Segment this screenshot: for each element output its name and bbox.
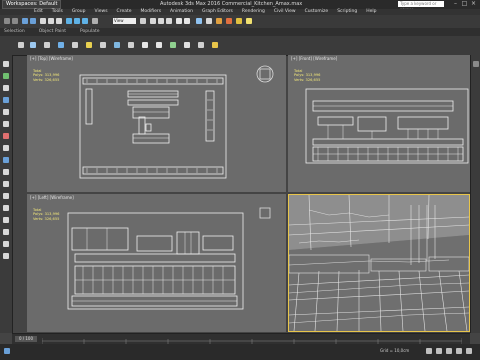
window-title: Autodesk 3ds Max 2016 Commercial_Kitchen… <box>160 1 303 7</box>
snap-icon[interactable] <box>150 18 156 24</box>
material-editor-icon[interactable] <box>216 18 222 24</box>
frame-counter[interactable]: 0 / 100 <box>15 336 37 342</box>
orbit-icon[interactable] <box>446 348 452 354</box>
front-wireframe <box>305 88 469 164</box>
status-bar: Grid = 10,0cm <box>0 344 480 360</box>
viewport-perspective[interactable] <box>288 194 470 332</box>
scale-icon[interactable] <box>82 18 88 24</box>
rectangle-selection-icon[interactable] <box>56 18 62 24</box>
field-of-view-icon[interactable] <box>456 348 462 354</box>
find-icon[interactable] <box>3 205 9 211</box>
viewport-front[interactable]: [+] [Front] [Wireframe] Total Polys: 313… <box>288 55 470 192</box>
create-tool-icon[interactable] <box>3 73 9 79</box>
select-by-name-icon[interactable] <box>48 18 54 24</box>
percent-snap-icon[interactable] <box>166 18 172 24</box>
display-icon[interactable] <box>142 42 148 48</box>
shapes-icon[interactable] <box>86 42 92 48</box>
link-icon[interactable] <box>22 18 28 24</box>
sort-icon[interactable] <box>3 193 9 199</box>
render-setup-icon[interactable] <box>226 18 232 24</box>
viewport-left[interactable]: [+] [Left] [Wireframe] Total Polys: 313,… <box>27 194 286 332</box>
select-object-icon[interactable] <box>40 18 46 24</box>
systems-icon[interactable] <box>128 42 134 48</box>
search-input[interactable]: Type a keyword or phrase <box>398 1 444 12</box>
reference-coordinate-select[interactable]: View <box>113 18 136 24</box>
angle-snap-icon[interactable] <box>158 18 164 24</box>
layer-explorer-icon[interactable] <box>196 18 202 24</box>
tab-selection[interactable]: Selection <box>4 28 25 36</box>
display-tool-icon[interactable] <box>3 121 9 127</box>
ribbon-tabs: Selection Object Paint Populate <box>0 28 480 36</box>
light-icon[interactable] <box>58 42 64 48</box>
scene-explorer-icon[interactable] <box>3 169 9 175</box>
main-toolbar: View <box>0 15 480 29</box>
rotate-icon[interactable] <box>74 18 80 24</box>
select-tool-icon[interactable] <box>3 61 9 67</box>
panel-collapse-icon[interactable] <box>473 61 479 67</box>
redo-icon[interactable] <box>12 18 18 24</box>
title-bar: Workspaces: Default Autodesk 3ds Max 201… <box>0 0 480 12</box>
hierarchy-icon[interactable] <box>30 42 36 48</box>
hide-icon[interactable] <box>184 42 190 48</box>
render-icon[interactable] <box>246 18 252 24</box>
perspective-render <box>289 195 469 331</box>
unlink-icon[interactable] <box>30 18 36 24</box>
tab-populate[interactable]: Populate <box>80 28 100 36</box>
tab-object-paint[interactable]: Object Paint <box>39 28 66 36</box>
top-wireframe <box>79 65 274 179</box>
modify-tool-icon[interactable] <box>3 85 9 91</box>
filter-icon[interactable] <box>3 181 9 187</box>
close-icon[interactable]: × <box>470 1 477 7</box>
move-icon[interactable] <box>66 18 72 24</box>
helper-tool-icon[interactable] <box>3 253 9 259</box>
sun-icon[interactable] <box>212 42 218 48</box>
grid-size: Grid = 10,0cm <box>380 348 410 353</box>
freeze-tool-icon[interactable] <box>3 217 9 223</box>
light-tool-icon[interactable] <box>3 229 9 235</box>
maxscript-icon[interactable] <box>4 348 10 354</box>
undo-icon[interactable] <box>4 18 10 24</box>
utilities-icon[interactable] <box>156 42 162 48</box>
command-panel <box>470 55 480 333</box>
zoom-icon[interactable] <box>426 348 432 354</box>
viewport-top[interactable]: [+] [Top] [Wireframe] Total Polys: 313,9… <box>27 55 286 192</box>
mirror-icon[interactable] <box>176 18 182 24</box>
geometry-icon[interactable] <box>72 42 78 48</box>
maximize-viewport-icon[interactable] <box>466 348 472 354</box>
hierarchy-tool-icon[interactable] <box>3 97 9 103</box>
isolate-icon[interactable] <box>198 42 204 48</box>
camera-icon[interactable] <box>44 42 50 48</box>
pointer-icon[interactable] <box>18 42 24 48</box>
left-wireframe <box>67 207 271 310</box>
curve-editor-icon[interactable] <box>206 18 212 24</box>
motion-tool-icon[interactable] <box>3 109 9 115</box>
utilities-tool-icon[interactable] <box>3 133 9 139</box>
place-icon[interactable] <box>92 18 98 24</box>
pivot-icon[interactable] <box>140 18 146 24</box>
render-frame-icon[interactable] <box>236 18 242 24</box>
paint-tool-icon[interactable] <box>3 145 9 151</box>
left-toolbar <box>0 55 13 333</box>
freeze-icon[interactable] <box>170 42 176 48</box>
pan-icon[interactable] <box>436 348 442 354</box>
minimize-icon[interactable]: – <box>452 1 459 7</box>
align-icon[interactable] <box>184 18 190 24</box>
camera-tool-icon[interactable] <box>3 241 9 247</box>
workspace-dropdown[interactable]: Workspaces: Default <box>2 0 62 9</box>
ribbon-toolbar <box>0 36 480 56</box>
spacewarp-icon[interactable] <box>114 42 120 48</box>
layer-tool-icon[interactable] <box>3 157 9 163</box>
helper-icon[interactable] <box>100 42 106 48</box>
maximize-icon[interactable]: □ <box>461 1 468 7</box>
